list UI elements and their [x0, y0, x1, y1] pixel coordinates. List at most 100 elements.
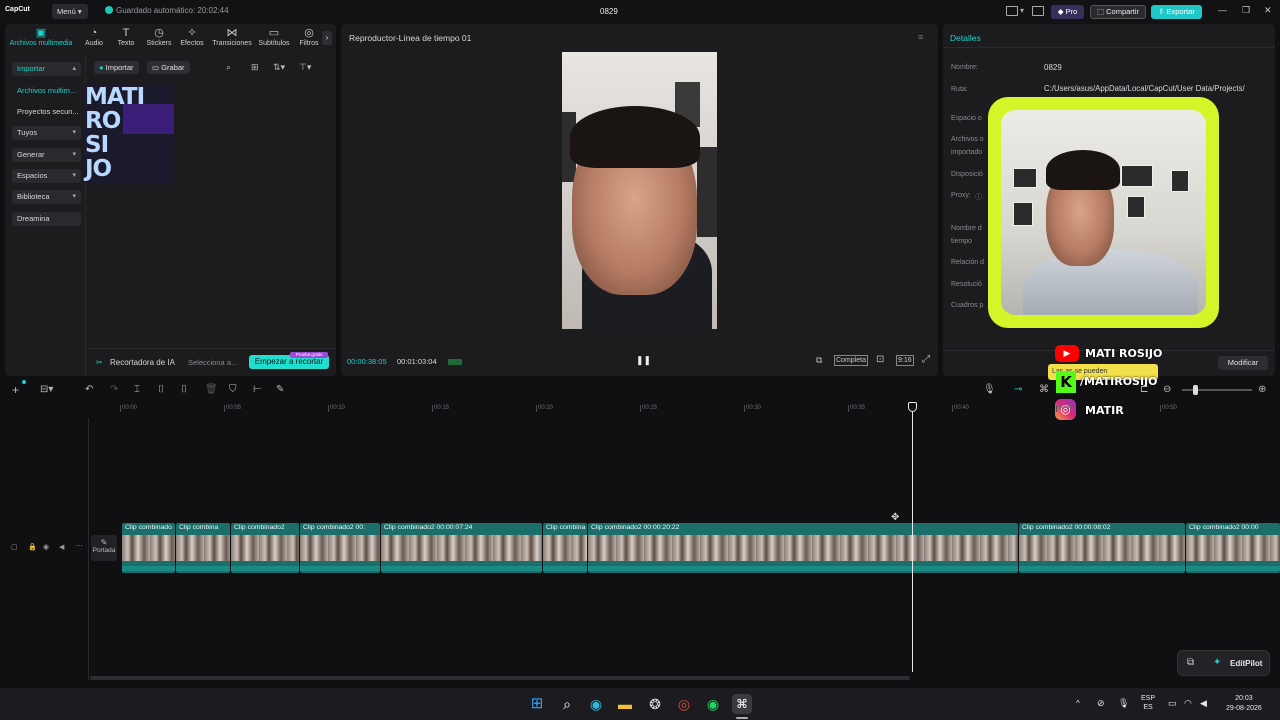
search-icon[interactable]: ⌕: [557, 694, 577, 714]
sidebar-item-library[interactable]: Biblioteca ▾: [12, 190, 81, 204]
track-clip[interactable]: Clip combinado2 00:: [300, 523, 380, 573]
sidebar-item-secondary-projects[interactable]: Proyectos secun...: [12, 105, 81, 119]
quality-select[interactable]: Completa: [834, 355, 868, 366]
draw-icon[interactable]: ✎: [276, 384, 284, 395]
video-preview[interactable]: [562, 52, 717, 329]
capcut-icon[interactable]: ⌘: [732, 694, 752, 714]
menu-button[interactable]: Menú ▾: [52, 4, 88, 19]
pro-button[interactable]: ◆ Pro: [1051, 5, 1084, 19]
sidebar-item-spaces[interactable]: Espacios ▾: [12, 169, 81, 183]
fit-icon[interactable]: ⊡: [876, 354, 884, 365]
modify-button[interactable]: Modificar: [1218, 356, 1268, 370]
volume-icon[interactable]: ◀: [1200, 698, 1207, 709]
more-icon[interactable]: ···: [75, 541, 83, 550]
language-indicator[interactable]: ESP ES: [1141, 694, 1155, 712]
split-left-icon[interactable]: ⌷: [158, 384, 164, 395]
file-explorer-icon[interactable]: ▬: [615, 694, 635, 714]
track-clip[interactable]: Clip combinado2 00:00:07:24: [381, 523, 542, 573]
date-text: 29-08-2026: [1226, 705, 1262, 712]
shield-icon[interactable]: ⛉: [229, 384, 237, 395]
track-clip[interactable]: Clip combinado: [122, 523, 175, 573]
ai-recorder-select[interactable]: Selecciona a...: [188, 358, 237, 367]
cover-button[interactable]: ✎ Portada: [91, 535, 117, 561]
zoom-in-icon[interactable]: ⊕: [1258, 384, 1266, 395]
spotify-icon[interactable]: ◉: [703, 694, 723, 714]
layout-icon[interactable]: [1006, 6, 1018, 16]
edge-icon[interactable]: ◉: [586, 694, 606, 714]
add-track-icon[interactable]: +: [12, 383, 19, 397]
fullscreen-icon[interactable]: ⤢: [922, 354, 930, 365]
mute-icon[interactable]: ◀: [59, 543, 64, 551]
sort-icon[interactable]: ⇅▾: [273, 62, 285, 73]
minimize-icon[interactable]: —: [1218, 5, 1227, 15]
import-button[interactable]: ● Importar: [94, 61, 139, 74]
redo-icon[interactable]: ↷: [110, 384, 118, 395]
track-clip[interactable]: Clip combina: [176, 523, 230, 573]
sidebar-item-media-files[interactable]: Archivos multim...: [12, 84, 81, 98]
delete-icon[interactable]: 🗑: [205, 384, 218, 395]
lock-icon[interactable]: 🔒: [28, 543, 37, 551]
filter-icon[interactable]: ⊤▾: [299, 62, 311, 73]
wall-photo: [1171, 170, 1189, 192]
share-button[interactable]: ⬚ Compartir: [1090, 5, 1146, 19]
sidebar-item-dreamina[interactable]: Dreamina: [12, 212, 81, 226]
tab-media[interactable]: ▣ Archivos multimedia: [6, 27, 76, 47]
player-menu-icon[interactable]: ≡: [918, 32, 923, 42]
chatgpt-icon[interactable]: ❂: [645, 694, 665, 714]
track-clip[interactable]: Clip combinado2: [231, 523, 299, 573]
sidebar-item-generate[interactable]: Generar ▾: [12, 148, 81, 162]
search-icon[interactable]: ⌕: [226, 62, 231, 73]
wifi-icon[interactable]: ◠: [1184, 698, 1192, 709]
microphone-icon[interactable]: 🎙: [983, 384, 996, 395]
split-right-icon[interactable]: ⌷: [181, 384, 187, 395]
magnet-icon[interactable]: ⌘: [1039, 384, 1049, 395]
playhead[interactable]: [908, 402, 917, 672]
maximize-icon[interactable]: ❐: [1242, 5, 1250, 16]
freeze-icon[interactable]: ⊢: [253, 384, 262, 395]
link-icon[interactable]: ⊸: [1014, 384, 1022, 395]
tab-transitions[interactable]: ⋈ Transiciones: [209, 27, 255, 47]
track-clip[interactable]: Clip combina: [543, 523, 587, 573]
split-icon[interactable]: ⌶: [134, 384, 140, 395]
close-icon[interactable]: ✕: [1264, 5, 1272, 16]
track-clip[interactable]: Clip combinado2 00:00:20:22: [588, 523, 1018, 573]
track-clip[interactable]: Clip combinado2 00:00: [1186, 523, 1280, 573]
video-track[interactable]: Clip combinado Clip combina Clip combina…: [122, 523, 1280, 573]
clock[interactable]: 20:03 29-08-2026: [1226, 694, 1262, 714]
editpilot-button[interactable]: EditPilot: [1230, 659, 1262, 668]
info-icon[interactable]: ⓘ: [975, 192, 982, 202]
tray-expand-icon[interactable]: ^: [1076, 699, 1080, 708]
chrome-icon[interactable]: ◎: [674, 694, 694, 714]
shortcuts-icon[interactable]: [1032, 6, 1044, 16]
timeline-scrollbar[interactable]: [90, 676, 910, 680]
tabs-more-icon[interactable]: ›: [322, 31, 332, 45]
track-visibility-icon[interactable]: ▢: [11, 543, 18, 551]
timeline-ruler[interactable]: 00:00 00:05 00:10 00:15 00:20 00:25 00:3…: [90, 402, 1280, 416]
pause-icon[interactable]: ❚❚: [636, 355, 651, 366]
layout-chevron-icon[interactable]: ▾: [1020, 6, 1024, 15]
ratio-select[interactable]: 9:16: [896, 355, 914, 366]
sidebar-item-import[interactable]: Importar ▴: [12, 62, 81, 76]
eye-icon[interactable]: ◉: [43, 543, 49, 551]
windows-start-icon[interactable]: ⊞: [527, 694, 547, 714]
sidebar-item-yours[interactable]: Tuyos ▾: [12, 126, 81, 140]
playhead-handle[interactable]: [908, 402, 917, 412]
layout-select-icon[interactable]: ⊟▾: [40, 384, 53, 395]
wall-photo: [1013, 168, 1037, 188]
undo-icon[interactable]: ↶: [85, 384, 93, 395]
crop-icon[interactable]: ⧉: [816, 355, 822, 366]
tab-subtitles[interactable]: ▭ Subtítulos: [254, 27, 294, 47]
monitor-icon[interactable]: ▭: [1168, 698, 1177, 709]
preview-axis-icon[interactable]: ⊏: [1140, 384, 1148, 395]
zoom-slider-handle[interactable]: [1193, 385, 1198, 395]
tab-effects[interactable]: ✧ Efectos: [172, 27, 212, 47]
track-clip[interactable]: Clip combinado2 00:00:08:02: [1019, 523, 1185, 573]
export-button[interactable]: ⇪ Exportar: [1151, 5, 1202, 19]
tray-mic-icon[interactable]: 🎙: [1118, 698, 1129, 709]
record-button[interactable]: ▭ Grabar: [147, 61, 190, 74]
zoom-out-icon[interactable]: ⊖: [1163, 384, 1171, 395]
feedback-icon[interactable]: ⧉: [1187, 657, 1194, 668]
media-thumbnail[interactable]: MATI RO SI JO: [83, 84, 174, 183]
tray-app-icon[interactable]: ⊘: [1097, 698, 1105, 709]
grid-view-icon[interactable]: ⊞: [251, 62, 259, 73]
